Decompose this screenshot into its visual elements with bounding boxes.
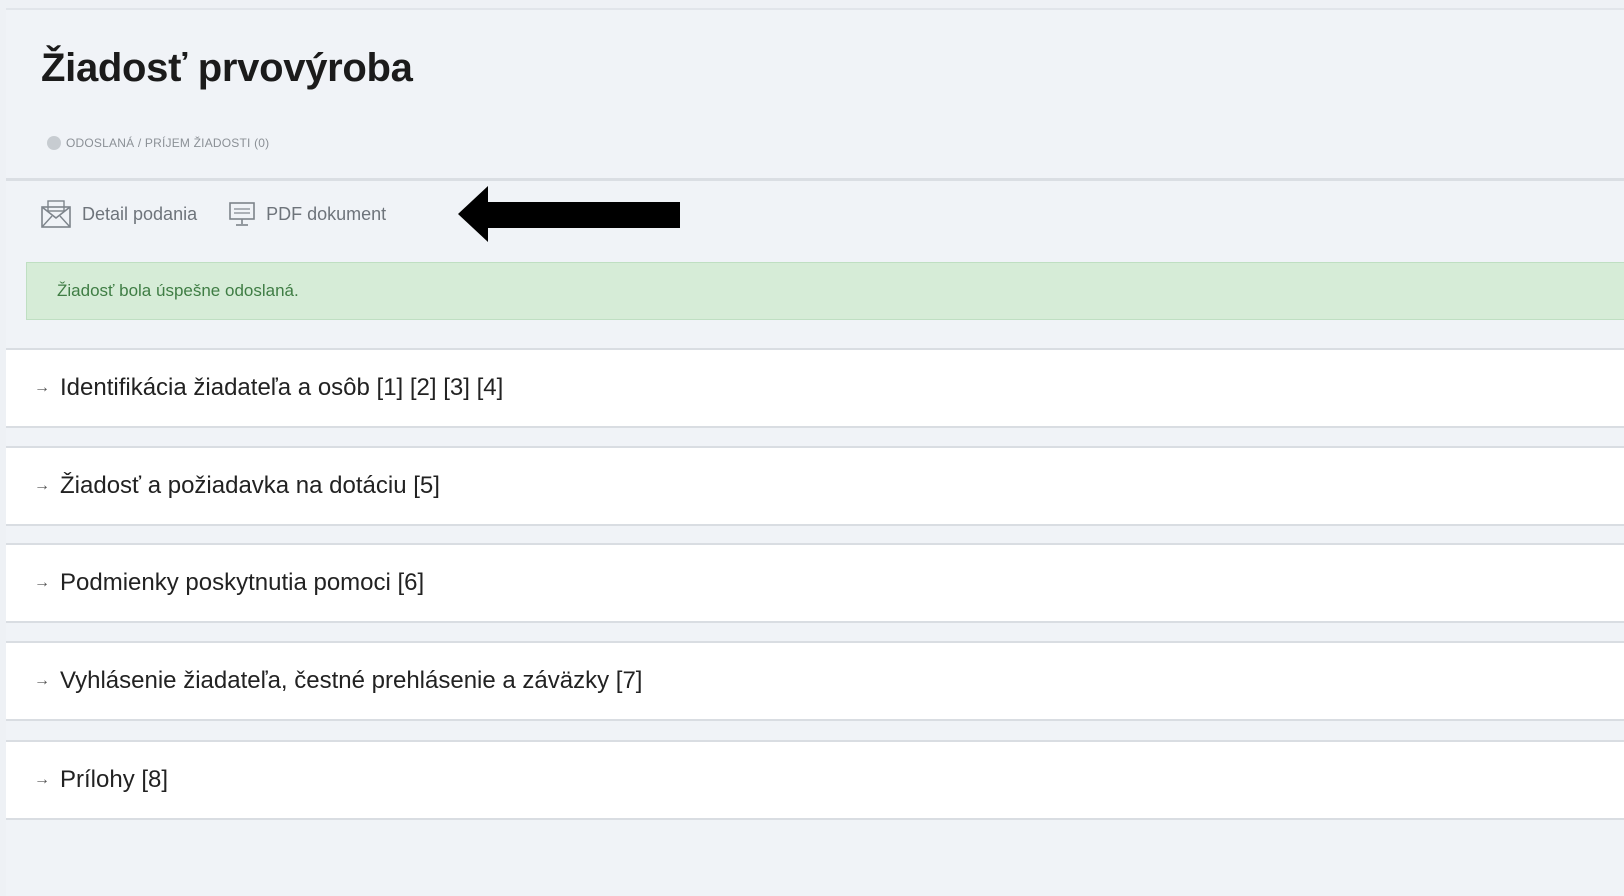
page-container: Žiadosť prvovýroba ODOSLANÁ / PRÍJEM ŽIA… bbox=[6, 8, 1624, 896]
pdf-dokument-link[interactable]: PDF dokument bbox=[227, 199, 386, 229]
status-text: ODOSLANÁ / PRÍJEM ŽIADOSTI (0) bbox=[66, 136, 270, 150]
detail-podania-link[interactable]: Detail podania bbox=[39, 198, 197, 230]
pdf-monitor-icon bbox=[229, 202, 255, 226]
success-alert: Žiadosť bola úspešne odoslaná. bbox=[26, 262, 1624, 320]
section-vyhlasenie[interactable]: → Vyhlásenie žiadateľa, čestné prehlásen… bbox=[6, 641, 1624, 721]
section-prilohy[interactable]: → Prílohy [8] bbox=[6, 740, 1624, 820]
section-label: Identifikácia žiadateľa a osôb [1] [2] [… bbox=[60, 374, 504, 401]
arrow-right-icon: → bbox=[34, 574, 50, 591]
header-divider bbox=[6, 178, 1624, 181]
section-label: Žiadosť a požiadavka na dotáciu [5] bbox=[60, 472, 440, 499]
section-identifikacia[interactable]: → Identifikácia žiadateľa a osôb [1] [2]… bbox=[6, 348, 1624, 428]
section-ziadost[interactable]: → Žiadosť a požiadavka na dotáciu [5] bbox=[6, 446, 1624, 526]
section-label: Prílohy [8] bbox=[60, 766, 169, 793]
arrow-right-icon: → bbox=[34, 379, 50, 396]
arrow-right-icon: → bbox=[34, 771, 50, 788]
page-title: Žiadosť prvovýroba bbox=[41, 46, 413, 90]
status-dot-icon bbox=[47, 136, 61, 150]
pdf-dokument-label: PDF dokument bbox=[266, 203, 387, 224]
status-line: ODOSLANÁ / PRÍJEM ŽIADOSTI (0) bbox=[47, 136, 269, 150]
section-podmienky[interactable]: → Podmienky poskytnutia pomoci [6] bbox=[6, 543, 1624, 623]
arrow-right-icon: → bbox=[34, 672, 50, 689]
pointer-arrow-icon bbox=[458, 186, 680, 242]
envelope-icon bbox=[41, 200, 71, 228]
arrow-right-icon: → bbox=[34, 477, 50, 494]
section-label: Vyhlásenie žiadateľa, čestné prehlásenie… bbox=[60, 667, 643, 694]
detail-podania-label: Detail podania bbox=[82, 203, 198, 224]
section-label: Podmienky poskytnutia pomoci [6] bbox=[60, 569, 425, 596]
toolbar: Detail podania PDF dokument bbox=[39, 194, 416, 234]
